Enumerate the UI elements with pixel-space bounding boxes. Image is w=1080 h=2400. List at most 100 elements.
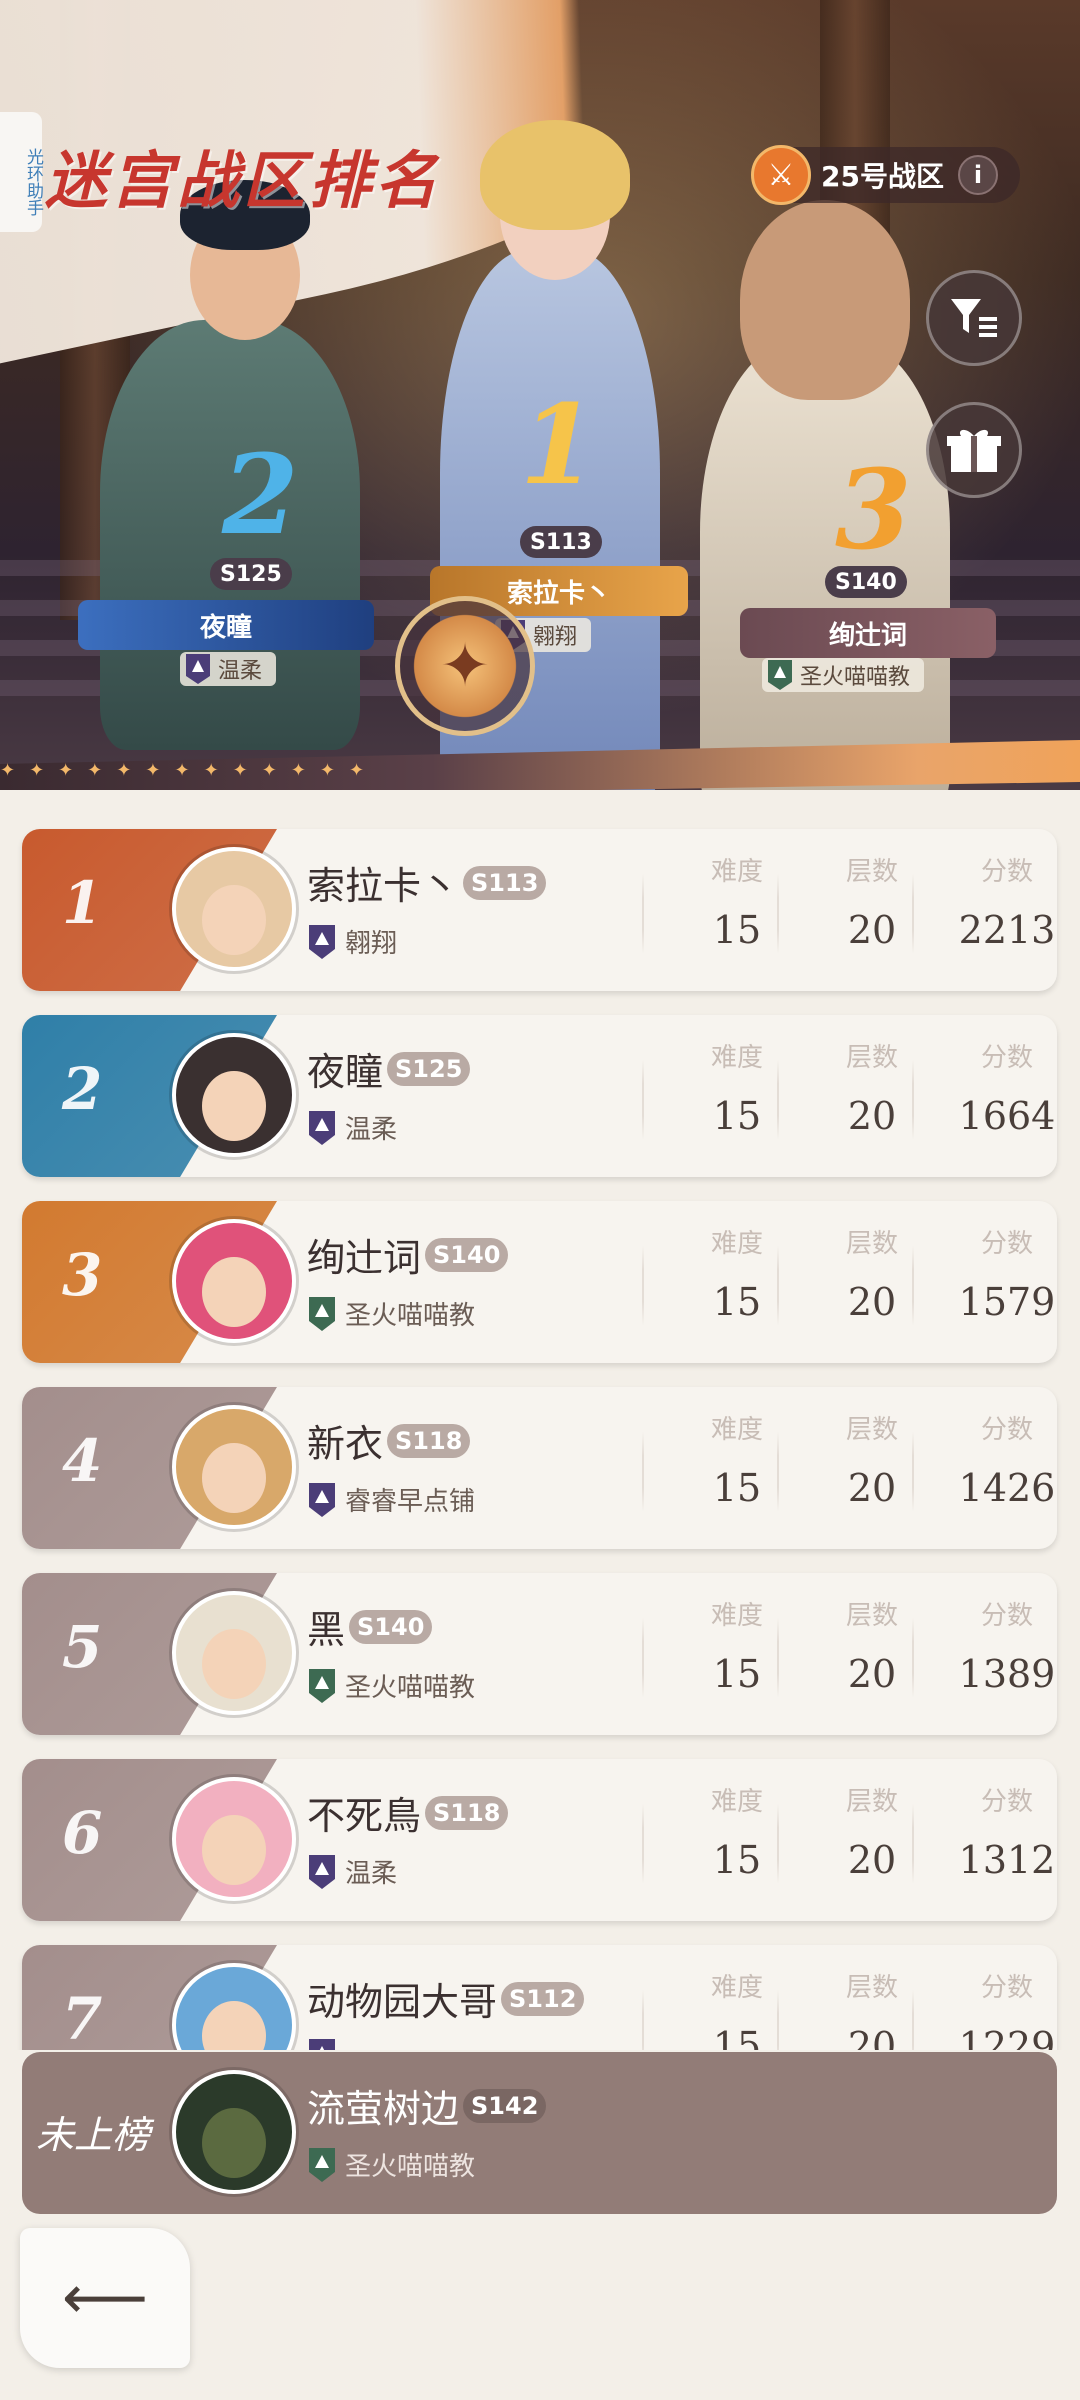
difficulty-header: 难度: [710, 1787, 763, 1817]
difficulty-cell: 难度 15: [682, 851, 792, 952]
score-cell: 分数 1579: [952, 1223, 1057, 1324]
guild-name: 温柔: [345, 1859, 398, 1889]
back-button[interactable]: ⟵: [20, 2228, 190, 2368]
score-header: 分数: [980, 1415, 1033, 1445]
region-badge[interactable]: ⚔ 25号战区 i: [751, 145, 1020, 205]
guild-name: 翱翔: [345, 929, 398, 959]
score-header: 分数: [980, 1229, 1033, 1259]
difficulty-cell: 难度 15: [682, 1781, 792, 1882]
column-separator: [642, 874, 644, 954]
difficulty-value: 15: [712, 1652, 762, 1696]
self-rank-label: 未上榜: [36, 2113, 151, 2157]
score-value: 1229: [958, 2024, 1056, 2050]
floors-value: 20: [847, 1838, 897, 1882]
table-row[interactable]: 1 索拉卡丶 S113 翱翔 难度 15 层数 20 分数 2213: [22, 829, 1057, 991]
score-value: 1664: [958, 1094, 1056, 1138]
back-arrow-icon: ⟵: [61, 2263, 148, 2333]
filter-icon: [951, 299, 997, 337]
season-badge: S140: [349, 1609, 433, 1644]
score-value: 1312: [958, 1838, 1056, 1882]
player-name-text: 新衣: [307, 1422, 384, 1466]
floors-header: 层数: [845, 1415, 898, 1445]
difficulty-header: 难度: [710, 1229, 763, 1259]
floors-value: 20: [847, 1652, 897, 1696]
difficulty-value: 15: [712, 1280, 762, 1324]
filter-button[interactable]: [926, 270, 1022, 366]
floors-header: 层数: [845, 1973, 898, 2003]
floors-cell: 层数 20: [817, 1781, 927, 1882]
difficulty-header: 难度: [710, 1973, 763, 2003]
season-badge: S140: [425, 1237, 509, 1272]
score-header: 分数: [980, 857, 1033, 887]
season-badge: S118: [425, 1795, 509, 1830]
floors-header: 层数: [845, 1601, 898, 1631]
player-name-text: 绚辻词: [307, 1236, 422, 1280]
player-name-text: 流萤树边: [307, 2087, 460, 2131]
reward-button[interactable]: [926, 402, 1022, 498]
podium-name-2[interactable]: 夜瞳: [78, 600, 374, 650]
podium-name-3[interactable]: 绚辻词: [740, 608, 996, 658]
table-row[interactable]: 2 夜瞳 S125 温柔 难度 15 层数 20 分数 1664: [22, 1015, 1057, 1177]
difficulty-cell: 难度 15: [682, 1595, 792, 1696]
rank-number: 7: [62, 1985, 103, 2050]
season-badge: S142: [463, 2088, 547, 2123]
table-row[interactable]: 5 黑 S140 圣火喵喵教 难度 15 层数 20 分数 1389: [22, 1573, 1057, 1735]
table-row[interactable]: 6 不死鳥 S118 温柔 难度 15 层数 20 分数 1312: [22, 1759, 1057, 1921]
score-cell: 分数 1312: [952, 1781, 1057, 1882]
guild-name: 圣火喵喵教: [345, 2152, 476, 2182]
score-value: 1426: [958, 1466, 1056, 1510]
guild: 圣火喵喵教: [307, 2146, 475, 2183]
season-badge: S118: [387, 1423, 471, 1458]
table-row[interactable]: 3 绚辻词 S140 圣火喵喵教 难度 15 层数 20 分数 1579: [22, 1201, 1057, 1363]
assistant-tab[interactable]: 光环助手: [0, 112, 43, 232]
player-name: 新衣 S118: [307, 1413, 471, 1468]
table-row[interactable]: 4 新衣 S118 睿睿早点铺 难度 15 层数 20 分数 1426: [22, 1387, 1057, 1549]
decorative-sparkles: ✦✦✦✦✦✦✦✦✦✦✦✦✦: [0, 760, 379, 781]
guild-banner-icon: [307, 1854, 337, 1889]
floors-cell: 层数 20: [817, 1037, 927, 1138]
rank-number: 5: [62, 1613, 103, 1681]
rank-number: 1: [62, 869, 103, 937]
avatar[interactable]: [172, 1219, 296, 1343]
table-row[interactable]: 7 动物园大哥 S112 难度 15 层数 20 分数 1229: [22, 1945, 1057, 2050]
info-icon[interactable]: i: [957, 155, 998, 195]
floors-cell: 层数 20: [817, 1595, 927, 1696]
avatar[interactable]: [172, 1777, 296, 1901]
compass-emblem-icon: ✦: [395, 596, 535, 736]
floors-header: 层数: [845, 1043, 898, 1073]
player-name: 流萤树边 S142: [307, 2078, 547, 2133]
player-name-text: 不死鳥: [307, 1794, 422, 1838]
difficulty-cell: 难度 15: [682, 1409, 792, 1510]
difficulty-header: 难度: [710, 857, 763, 887]
player-name: 黑 S140: [307, 1599, 433, 1654]
player-name-text: 索拉卡丶: [307, 864, 460, 908]
self-ranking-row[interactable]: 未上榜 流萤树边 S142 圣火喵喵教: [22, 2052, 1057, 2214]
ranking-list[interactable]: 1 索拉卡丶 S113 翱翔 难度 15 层数 20 分数 2213 2 夜瞳 …: [0, 815, 1080, 2050]
guild-name: 圣火喵喵教: [345, 1673, 476, 1703]
avatar[interactable]: [172, 1033, 296, 1157]
difficulty-cell: 难度 15: [682, 1223, 792, 1324]
column-separator: [642, 1060, 644, 1140]
player-name: 索拉卡丶 S113: [307, 855, 547, 910]
floors-header: 层数: [845, 857, 898, 887]
podium-rank-3: 3: [835, 445, 912, 574]
avatar[interactable]: [172, 847, 296, 971]
player-name: 不死鳥 S118: [307, 1785, 509, 1840]
difficulty-header: 难度: [710, 1601, 763, 1631]
guild-banner-icon: [307, 2039, 337, 2050]
guild-banner-icon: [766, 660, 794, 690]
guild: 圣火喵喵教: [307, 1667, 475, 1704]
rank-number: 4: [62, 1427, 103, 1495]
season-badge: S112: [501, 1981, 585, 2016]
difficulty-header: 难度: [710, 1415, 763, 1445]
avatar[interactable]: [172, 2070, 296, 2194]
player-name-text: 夜瞳: [307, 1050, 384, 1094]
gift-icon: [947, 429, 1001, 472]
score-header: 分数: [980, 1043, 1033, 1073]
avatar[interactable]: [172, 1405, 296, 1529]
avatar[interactable]: [172, 1591, 296, 1715]
floors-value: 20: [847, 908, 897, 952]
floors-value: 20: [847, 1094, 897, 1138]
column-separator: [642, 1246, 644, 1326]
column-separator: [642, 1432, 644, 1512]
